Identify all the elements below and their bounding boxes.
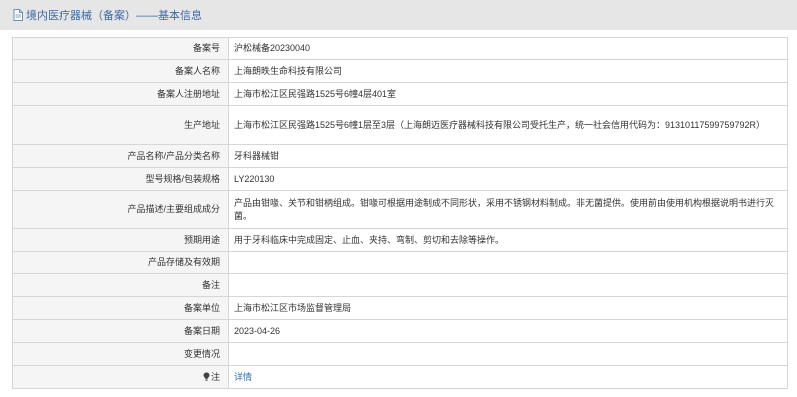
row-value: 牙科器械钳 bbox=[228, 144, 788, 168]
page-title: 境内医疗器械（备案）——基本信息 bbox=[26, 10, 202, 22]
row-label: 预期用途 bbox=[12, 228, 229, 252]
row-value: 2023-04-26 bbox=[228, 319, 788, 343]
table-row: 注 详情 bbox=[12, 365, 788, 389]
table-row: 备注 bbox=[12, 273, 788, 297]
table-row: 变更情况 bbox=[12, 342, 788, 366]
details-link[interactable]: 详情 bbox=[234, 372, 252, 382]
table-row: 产品名称/产品分类名称 牙科器械钳 bbox=[12, 144, 788, 168]
table-row: 产品描述/主要组成成分 产品由钳喙、关节和钳柄组成。钳喙可根据用途制成不同形状，… bbox=[12, 190, 788, 229]
basic-info-table: 备案号 沪松械备20230040 备案人名称 上海朗昳生命科技有限公司 备案人注… bbox=[12, 37, 788, 389]
table-row: 备案人注册地址 上海市松江区民强路1525号6幢4层401室 bbox=[12, 82, 788, 106]
note-label: 注 bbox=[210, 371, 220, 382]
row-label: 备案号 bbox=[12, 37, 229, 60]
row-label: 备案人名称 bbox=[12, 59, 229, 83]
table-row: 预期用途 用于牙科临床中完成固定、止血、夹持、弯制、剪切和去除等操作。 bbox=[12, 228, 788, 252]
note-row-label: 注 bbox=[12, 365, 229, 389]
row-value bbox=[228, 251, 788, 274]
table-row: 备案单位 上海市松江区市场监督管理局 bbox=[12, 296, 788, 320]
row-value: 详情 bbox=[228, 365, 788, 389]
row-label: 型号规格/包装规格 bbox=[12, 167, 229, 191]
row-value: 上海市松江区民强路1525号6幢4层401室 bbox=[228, 82, 788, 106]
table-row: 产品存储及有效期 bbox=[12, 251, 788, 274]
table-row: 备案人名称 上海朗昳生命科技有限公司 bbox=[12, 59, 788, 83]
row-value: 上海市松江区民强路1525号6幢1层至3层（上海朗迈医疗器械科技有限公司受托生产… bbox=[228, 105, 788, 145]
row-value: 产品由钳喙、关节和钳柄组成。钳喙可根据用途制成不同形状，采用不锈钢材料制成。非无… bbox=[228, 190, 788, 229]
table-row: 型号规格/包装规格 LY220130 bbox=[12, 167, 788, 191]
row-label: 备注 bbox=[12, 273, 229, 297]
row-label: 备案人注册地址 bbox=[12, 82, 229, 106]
row-value bbox=[228, 273, 788, 297]
row-label: 备案单位 bbox=[12, 296, 229, 320]
row-label: 变更情况 bbox=[12, 342, 229, 366]
row-value: 用于牙科临床中完成固定、止血、夹持、弯制、剪切和去除等操作。 bbox=[228, 228, 788, 252]
row-label: 生产地址 bbox=[12, 105, 229, 145]
table-row: 生产地址 上海市松江区民强路1525号6幢1层至3层（上海朗迈医疗器械科技有限公… bbox=[12, 105, 788, 145]
row-label: 产品存储及有效期 bbox=[12, 251, 229, 274]
row-value bbox=[228, 342, 788, 366]
row-value: 沪松械备20230040 bbox=[228, 37, 788, 60]
row-label: 备案日期 bbox=[12, 319, 229, 343]
row-value: LY220130 bbox=[228, 167, 788, 191]
row-value: 上海朗昳生命科技有限公司 bbox=[228, 59, 788, 83]
row-label: 产品名称/产品分类名称 bbox=[12, 144, 229, 168]
row-value: 上海市松江区市场监督管理局 bbox=[228, 296, 788, 320]
page-header: 境内医疗器械（备案）——基本信息 bbox=[0, 0, 797, 30]
note-icon bbox=[203, 372, 210, 381]
table-row: 备案号 沪松械备20230040 bbox=[12, 37, 788, 60]
table-row: 备案日期 2023-04-26 bbox=[12, 319, 788, 343]
document-icon bbox=[13, 9, 23, 21]
row-label: 产品描述/主要组成成分 bbox=[12, 190, 229, 229]
